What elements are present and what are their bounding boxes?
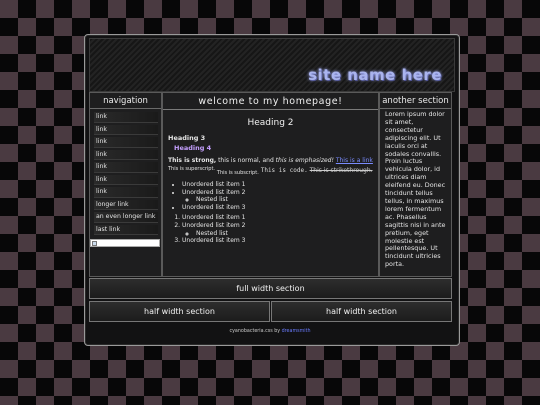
- main-title: welcome to my homepage!: [163, 93, 378, 110]
- list-item: Unordered list item 3: [182, 237, 373, 245]
- nav-link-last[interactable]: last link: [94, 224, 158, 235]
- half-width-section-right: half width section: [271, 301, 452, 322]
- nav-link[interactable]: link: [94, 149, 158, 160]
- emphasized-text: this is emphasized!: [275, 157, 334, 164]
- half-width-section-left: half width section: [89, 301, 270, 322]
- ordered-list: Unordered list item 1 Unordered list ite…: [168, 214, 373, 244]
- broken-image-icon: [90, 239, 160, 247]
- side-title: another section: [380, 93, 451, 109]
- heading-3: Heading 3: [168, 134, 206, 142]
- nav-link[interactable]: link: [94, 162, 158, 173]
- nested-list-item: Nested list: [196, 230, 373, 238]
- list-item: Unordered list item 3: [182, 204, 373, 212]
- nav-link[interactable]: link: [94, 112, 158, 123]
- navigation-list: link link link link link link link longe…: [94, 112, 158, 235]
- footer-credit: cyanobacteria.css by: [229, 329, 282, 334]
- list-item: Unordered list item 1: [182, 181, 373, 189]
- site-header: site name here: [89, 38, 455, 92]
- nav-link[interactable]: link: [94, 137, 158, 148]
- nav-link[interactable]: link: [94, 174, 158, 185]
- site-name[interactable]: site name here: [308, 66, 442, 84]
- sample-link[interactable]: This is a link: [336, 157, 373, 164]
- nested-list-item: Nested list: [196, 196, 373, 204]
- nav-link[interactable]: link: [94, 187, 158, 198]
- list-item: Unordered list item 1: [182, 214, 373, 222]
- list-item: Unordered list item 2 Nested list: [182, 222, 373, 237]
- list-item: Unordered list item 2 Nested list: [182, 189, 373, 204]
- main-body: Heading 2 Heading 3 Heading 4 This is st…: [163, 110, 378, 248]
- nav-link-even-longer[interactable]: an even longer link: [94, 212, 158, 223]
- subscript-text: This is subscript.: [216, 170, 259, 176]
- main-panel: welcome to my homepage! Heading 2 Headin…: [162, 92, 379, 277]
- superscript-text: This is superscript.: [168, 166, 215, 172]
- side-panel: another section Lorem ipsum dolor sit am…: [379, 92, 452, 277]
- full-width-section: full width section: [89, 278, 452, 299]
- nav-link[interactable]: link: [94, 124, 158, 135]
- strong-text: This is strong,: [168, 157, 217, 164]
- side-text: Lorem ipsum dolor sit amet, consectetur …: [385, 110, 446, 269]
- navigation-title: navigation: [90, 93, 161, 109]
- footer-author-link[interactable]: dreamsmith: [282, 329, 311, 334]
- code-text: This is code.: [260, 167, 308, 174]
- strikethrough-text: This is strikethrough.: [309, 167, 373, 174]
- footer: cyanobacteria.css by dreamsmith: [0, 329, 540, 334]
- unordered-list: Unordered list item 1 Unordered list ite…: [168, 181, 373, 211]
- sample-paragraph: This is strong, this is normal, and this…: [168, 156, 373, 178]
- navigation-panel: navigation link link link link link link…: [89, 92, 162, 277]
- nav-link-longer[interactable]: longer link: [94, 199, 158, 210]
- heading-2: Heading 2: [247, 118, 294, 128]
- normal-text: this is normal, and: [216, 157, 276, 164]
- heading-4: Heading 4: [174, 144, 212, 152]
